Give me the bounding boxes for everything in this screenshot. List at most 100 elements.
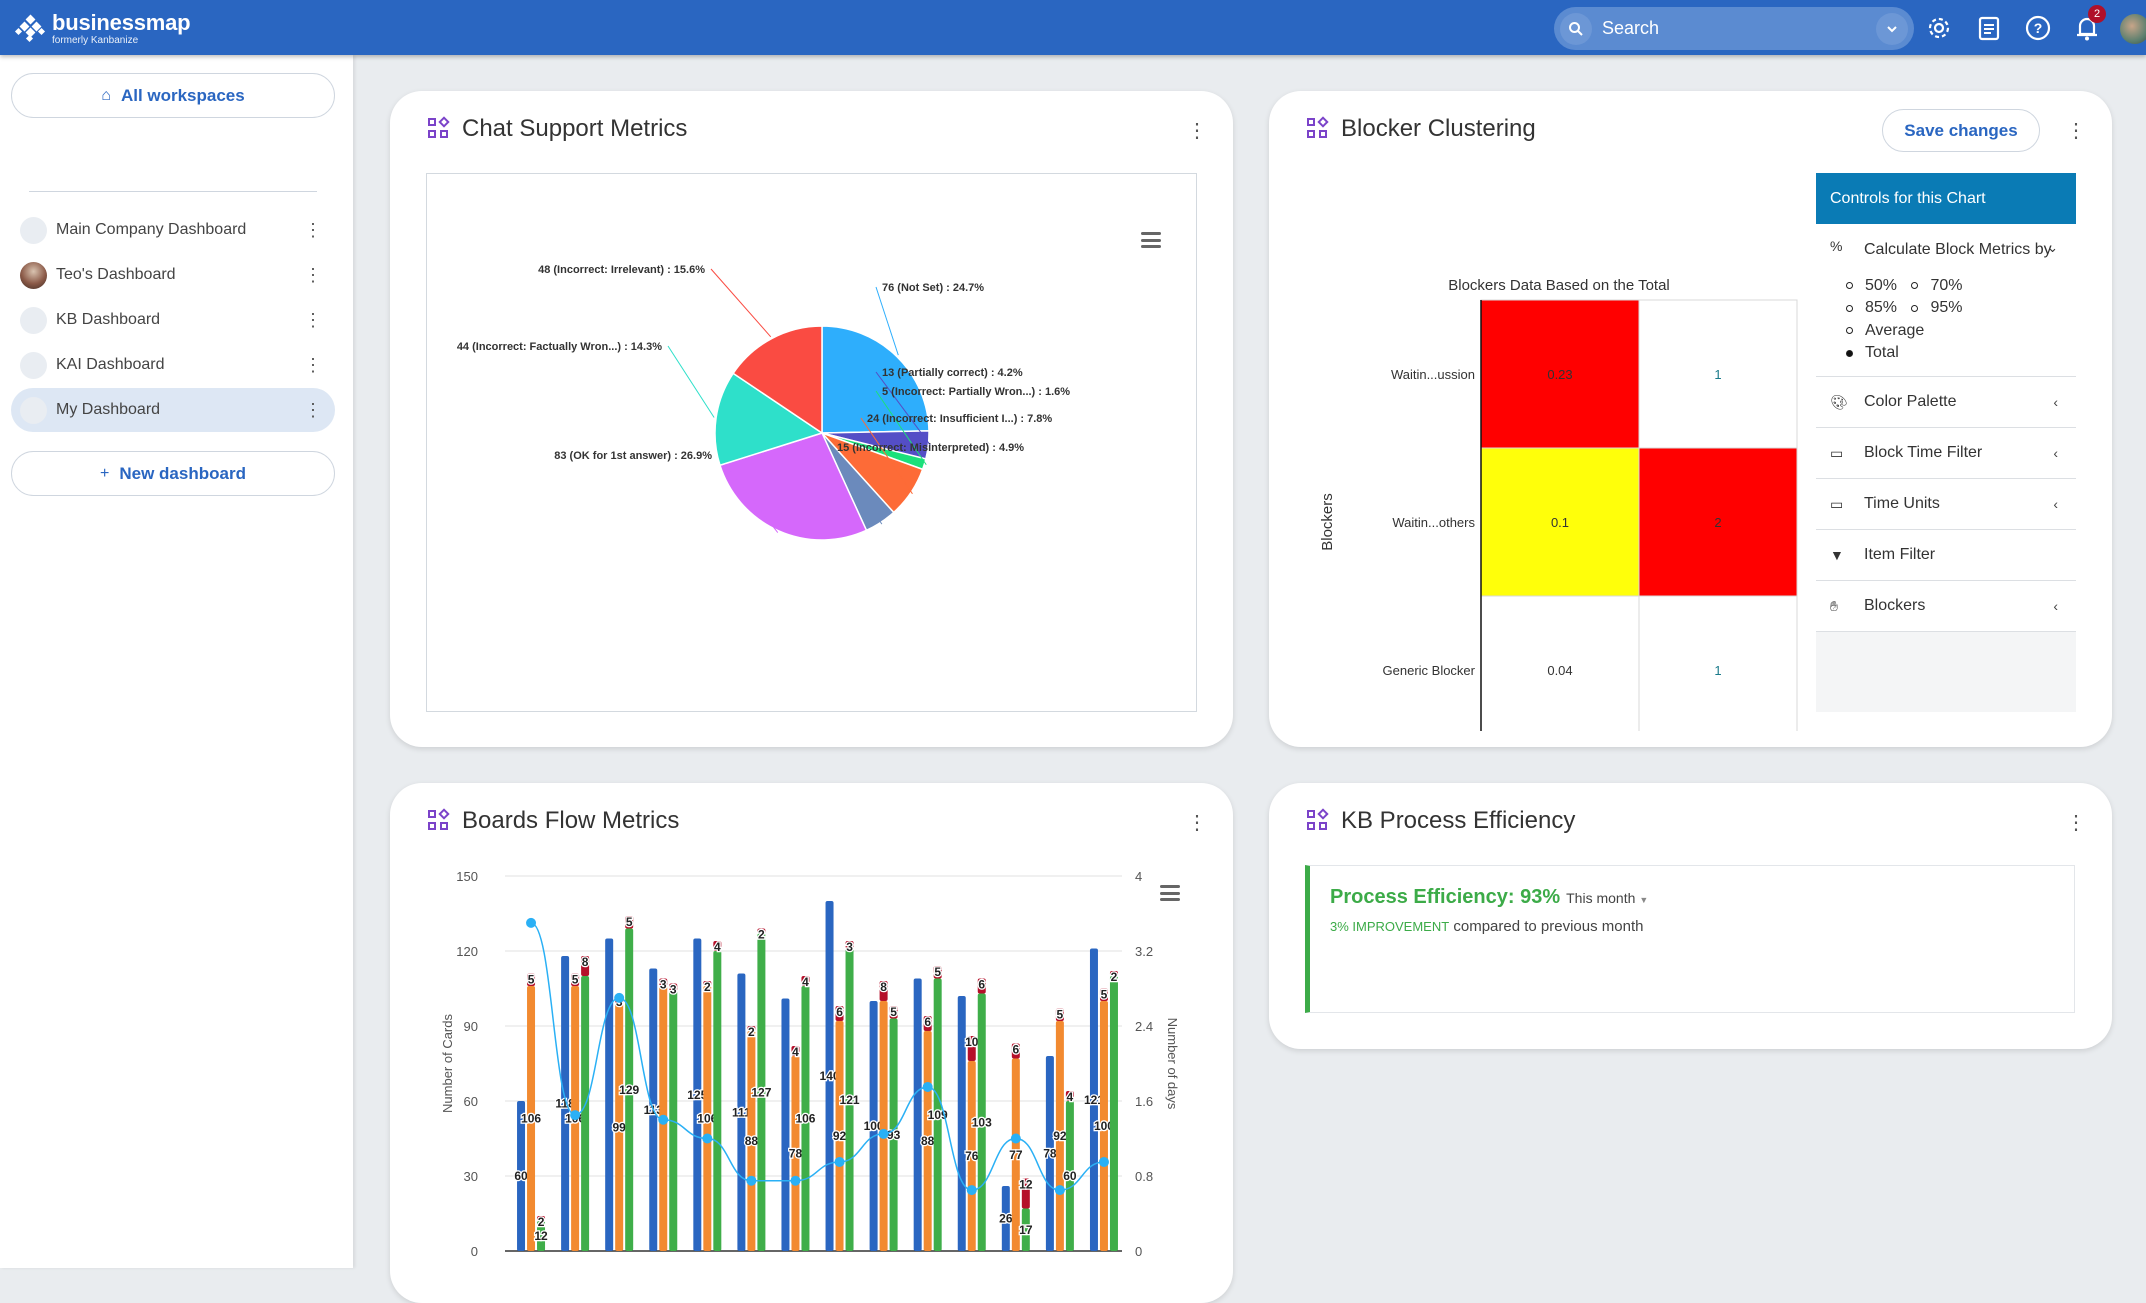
radio-50[interactable]: 50% <box>1846 275 1897 297</box>
widget-kb-process-efficiency: KB Process Efficiency ⋮ Process Efficien… <box>1269 783 2112 1049</box>
radio-85[interactable]: 85% <box>1846 297 1897 319</box>
heatmap-cell-value: 1 <box>1714 367 1721 382</box>
radio-average[interactable]: Average <box>1846 320 1924 342</box>
bar-stack-label: 12 <box>1019 1178 1033 1192</box>
y-axis-title: Number of Cards <box>440 1014 455 1113</box>
y2-tick-label: 0.8 <box>1135 1169 1153 1184</box>
calendar-clock-icon: ▭ <box>1830 444 1844 461</box>
help-icon[interactable]: ? <box>2023 13 2053 43</box>
line-point <box>790 1175 801 1186</box>
caret-down-icon[interactable]: ▼ <box>1639 895 1648 905</box>
improvement-value: 3% IMPROVEMENT <box>1330 919 1450 934</box>
search-icon[interactable] <box>1560 12 1592 45</box>
bar <box>713 951 722 1251</box>
home-icon: ⌂ <box>101 86 111 104</box>
radio-total[interactable]: Total <box>1846 342 1899 364</box>
bar <box>605 938 614 1251</box>
bar-stack-label: 10 <box>965 1035 979 1049</box>
y2-tick-label: 3.2 <box>1135 944 1153 959</box>
all-workspaces-button[interactable]: ⌂ All workspaces <box>11 73 335 118</box>
bar-value-label: 26 <box>999 1212 1013 1226</box>
more-options-icon[interactable]: ⋮ <box>303 356 323 374</box>
control-item-filter[interactable]: ▼ Item Filter <box>1816 530 2076 581</box>
bar-value-label: 78 <box>789 1147 803 1161</box>
widget-more-options-icon[interactable]: ⋮ <box>2066 813 2086 833</box>
controls-header: Controls for this Chart <box>1816 173 2076 224</box>
line-point <box>570 1110 581 1121</box>
calculate-block-metrics-section[interactable]: % Calculate Block Metrics by ⌄ 50% 70% 8… <box>1816 224 2076 377</box>
sidebar-item-teos-dashboard[interactable]: Teo's Dashboard ⋮ <box>11 253 335 297</box>
dashboard-avatar <box>20 306 47 334</box>
brand-logo[interactable]: businessmap formerly Kanbanize <box>14 12 191 46</box>
sidebar-item-my-dashboard[interactable]: My Dashboard ⋮ <box>11 388 335 432</box>
notification-badge: 2 <box>2088 5 2106 23</box>
chevron-down-icon[interactable]: ⌄ <box>2047 240 2058 256</box>
bar-value-label: 78 <box>1043 1147 1057 1161</box>
bar-value-label: 127 <box>751 1085 771 1099</box>
bar-value-label: 103 <box>972 1115 992 1129</box>
sidebar-divider <box>29 191 317 192</box>
bar-stack-label: 4 <box>714 940 721 954</box>
line-point <box>922 1081 933 1092</box>
dashboard-avatar <box>20 261 47 289</box>
widget-more-options-icon[interactable]: ⋮ <box>2066 121 2086 141</box>
chevron-down-icon[interactable] <box>1876 12 1908 45</box>
radio-95[interactable]: 95% <box>1911 297 1963 319</box>
control-label: Item Filter <box>1864 546 1936 563</box>
sidebar-item-label: Teo's Dashboard <box>56 266 176 283</box>
sidebar-item-kb-dashboard[interactable]: KB Dashboard ⋮ <box>11 298 335 342</box>
control-block-time-filter[interactable]: ▭ Block Time Filter ‹ <box>1816 428 2076 479</box>
heatmap-cell-value: 0.04 <box>1547 663 1572 678</box>
period-dropdown[interactable]: This month <box>1566 890 1635 906</box>
bar-stack-label: 2 <box>704 980 711 994</box>
sidebar-item-label: Main Company Dashboard <box>56 221 247 238</box>
more-options-icon[interactable]: ⋮ <box>303 311 323 329</box>
dashboard-avatar <box>20 216 47 244</box>
heatmap-y-label: Waitin...others <box>1392 515 1475 530</box>
search-placeholder: Search <box>1602 18 1660 38</box>
pie-data-label: 24 (Incorrect: Insufficient I...) : 7.8% <box>867 413 1052 425</box>
widget-chat-support-metrics: Chat Support Metrics ⋮ 76 (Not Set) : 24… <box>390 91 1233 747</box>
sidebar-item-label: My Dashboard <box>56 401 161 418</box>
bar-value-label: 129 <box>619 1083 639 1097</box>
bar-stack-label: 5 <box>1057 1008 1064 1022</box>
pie-data-label: 76 (Not Set) : 24.7% <box>882 282 984 294</box>
control-color-palette[interactable]: 🎨︎ Color Palette ‹ <box>1816 377 2076 428</box>
chart-menu-icon[interactable] <box>1141 232 1161 248</box>
bar-value-label: 17 <box>1019 1223 1033 1237</box>
control-label: Color Palette <box>1864 393 1957 410</box>
more-options-icon[interactable]: ⋮ <box>303 221 323 239</box>
new-dashboard-button[interactable]: + New dashboard <box>11 451 335 496</box>
widget-more-options-icon[interactable]: ⋮ <box>1187 121 1207 141</box>
y2-tick-label: 0 <box>1135 1244 1142 1259</box>
line-point <box>966 1185 977 1196</box>
bar <box>1109 976 1118 1251</box>
widget-title: Blocker Clustering <box>1341 115 1536 142</box>
radio-label: Total <box>1865 344 1899 361</box>
save-changes-button[interactable]: Save changes <box>1882 109 2040 152</box>
palette-icon: 🎨︎ <box>1830 393 1848 410</box>
control-time-units[interactable]: ▭ Time Units ‹ <box>1816 479 2076 530</box>
chevron-left-icon: ‹ <box>2053 496 2058 512</box>
control-blockers[interactable]: ✋︎ Blockers ‹ <box>1816 581 2076 632</box>
bar-stack-label: 2 <box>1111 970 1118 984</box>
widget-blocker-clustering: Blocker Clustering Save changes ⋮ Blocke… <box>1269 91 2112 747</box>
chevron-left-icon: ‹ <box>2053 394 2058 410</box>
user-avatar[interactable] <box>2120 14 2146 44</box>
y-tick-label: 60 <box>464 1094 478 1109</box>
y-tick-label: 90 <box>464 1019 478 1034</box>
heatmap-cell-value: 2 <box>1714 515 1721 530</box>
gear-icon[interactable] <box>1924 13 1954 43</box>
control-label: Blockers <box>1864 597 1926 614</box>
y-tick-label: 0 <box>471 1244 478 1259</box>
more-options-icon[interactable]: ⋮ <box>303 401 323 419</box>
sidebar-item-kai-dashboard[interactable]: KAI Dashboard ⋮ <box>11 343 335 387</box>
pie-connector <box>710 268 772 338</box>
bar-stack-label: 6 <box>1012 1043 1019 1057</box>
bar <box>781 998 790 1251</box>
clipboard-icon[interactable] <box>1974 13 2004 43</box>
more-options-icon[interactable]: ⋮ <box>303 266 323 284</box>
search-input[interactable]: Search <box>1554 7 1914 50</box>
radio-70[interactable]: 70% <box>1911 275 1963 297</box>
sidebar-item-main-company-dashboard[interactable]: Main Company Dashboard ⋮ <box>11 208 335 252</box>
